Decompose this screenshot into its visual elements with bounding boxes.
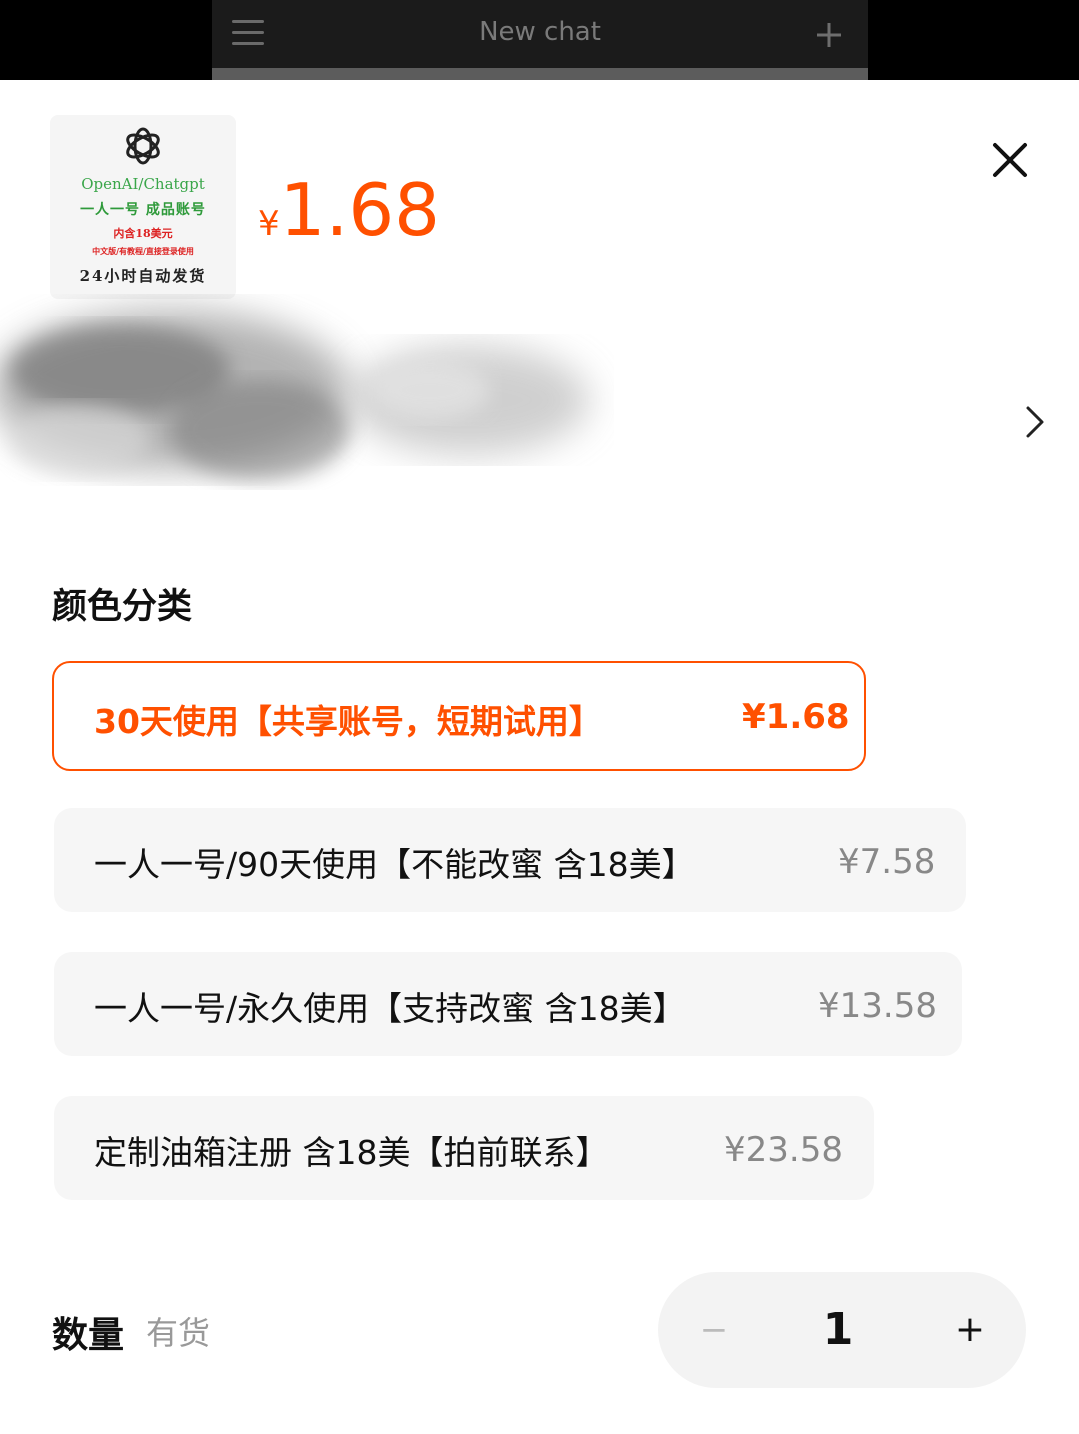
option-price: ¥13.58 — [818, 986, 937, 1026]
chat-header-divider — [212, 68, 868, 80]
stock-status: 有货 — [146, 1314, 211, 1352]
thumb-line-account: 一人一号 成品账号 — [80, 202, 206, 218]
option-custom-mailbox[interactable]: 定制油箱注册 含18美【拍前联系】 ¥23.58 — [54, 1096, 874, 1200]
close-icon[interactable] — [990, 140, 1030, 180]
quantity-stepper: − 1 + — [658, 1272, 1026, 1388]
quantity-value[interactable]: 1 — [798, 1272, 878, 1388]
thumb-line-credit: 内含18美元 — [113, 227, 173, 240]
option-label: 一人一号/90天使用【不能改蜜 含18美】 — [94, 845, 695, 884]
quantity-decrease-button[interactable]: − — [658, 1272, 770, 1388]
quantity-increase-button[interactable]: + — [914, 1272, 1026, 1388]
option-label: 一人一号/永久使用【支持改蜜 含18美】 — [94, 989, 686, 1028]
chat-title: New chat — [479, 17, 601, 47]
chevron-right-icon[interactable] — [1020, 402, 1048, 442]
openai-logo-icon — [126, 127, 160, 165]
plus-icon[interactable] — [812, 18, 846, 52]
option-90-day-individual[interactable]: 一人一号/90天使用【不能改蜜 含18美】 ¥7.58 — [54, 808, 966, 912]
option-price: ¥23.58 — [724, 1130, 843, 1170]
option-price: ¥1.68 — [742, 697, 850, 737]
option-price: ¥7.58 — [838, 842, 936, 882]
section-title-color-category: 颜色分类 — [52, 587, 193, 627]
thumb-line-features: 中文版/有教程/直接登录使用 — [92, 246, 194, 256]
product-price: ¥1.68 — [258, 168, 440, 252]
option-label: 定制油箱注册 含18美【拍前联系】 — [94, 1133, 609, 1172]
option-30-day-shared[interactable]: 30天使用【共享账号，短期试用】 ¥1.68 — [52, 661, 866, 771]
price-currency: ¥ — [258, 204, 280, 244]
thumb-line-brand: OpenAI/Chatgpt — [81, 175, 205, 193]
redaction-smudge — [0, 310, 590, 480]
price-value: 1.68 — [279, 168, 440, 252]
thumb-line-delivery: 24小时自动发货 — [79, 267, 207, 285]
option-permanent-individual[interactable]: 一人一号/永久使用【支持改蜜 含18美】 ¥13.58 — [54, 952, 962, 1056]
quantity-label: 数量 — [52, 1315, 125, 1356]
product-thumbnail[interactable]: OpenAI/Chatgpt 一人一号 成品账号 内含18美元 中文版/有教程/… — [50, 115, 236, 299]
option-label: 30天使用【共享账号，短期试用】 — [94, 702, 602, 741]
